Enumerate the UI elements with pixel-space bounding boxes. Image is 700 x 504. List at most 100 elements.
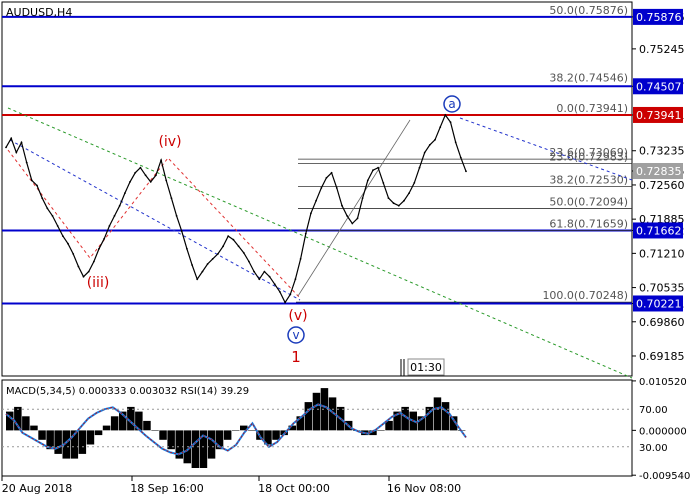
macd-tick-label: 0.010520 [639,377,687,388]
price-point [315,199,317,202]
chart-window: 50.0(0.75876) 38.2(0.74546) 0.0(0.73941) 23… [0,0,700,500]
price-point [320,187,323,189]
price-point [232,238,235,241]
price-point [449,121,452,123]
macd-bar [312,392,321,431]
price-point [118,204,121,207]
price-point [144,174,147,177]
chart-canvas: 50.0(0.75876) 38.2(0.74546) 0.0(0.73941) 23… [0,0,700,500]
wave-label-v: (v) [288,308,307,324]
level-badge-label: 0.71662 [636,224,682,237]
price-point [454,141,457,144]
price-point [180,230,183,233]
price-point [335,187,338,189]
price-point [191,264,194,266]
macd-bar [102,425,111,431]
price-point [330,171,333,174]
fib-level-label: 38.2(0.72530) [549,173,628,186]
price-point [444,114,447,116]
level-badge-label: 0.73941 [636,109,682,122]
price-point [10,137,13,140]
macd-bar [38,430,46,440]
price-point [387,197,390,200]
price-point [149,181,152,183]
price-point [139,166,142,169]
price-point [30,179,33,182]
price-point [263,270,266,273]
price-point [165,179,168,182]
price-point [196,278,199,281]
fib-level-label: 100.0(0.70248) [542,289,628,302]
price-point [206,263,209,265]
price-point [299,258,302,260]
price-point [289,293,292,296]
price-point [310,212,312,215]
chart-title: AUDUSD,H4 [6,6,72,19]
price-tick-label: 0.70535 [639,282,685,295]
price-point [62,235,64,238]
fib-upper-label: 0.0(0.73941) [556,102,628,115]
macd-bar [54,430,62,454]
price-point [93,260,95,263]
price-point [155,174,157,177]
macd-bar [272,430,280,440]
macd-bar [22,416,30,431]
price-point [36,184,38,187]
macd-bar [191,430,200,468]
price-point [41,197,44,200]
price-tick-label: 0.73235 [639,145,685,158]
price-point [237,245,240,248]
rsi-tick-label: 30.00 [639,443,668,454]
price-point [356,217,359,220]
fib-upper-label: 38.2(0.74546) [549,71,628,84]
price-point [258,278,261,281]
price-point [392,202,395,205]
fib-upper-label: 50.0(0.75876) [549,4,628,17]
price-point [366,179,369,182]
macd-bar [433,397,442,431]
price-tick-label: 0.75245 [639,43,685,56]
price-point [108,225,111,227]
price-point [279,291,281,293]
price-point [113,215,116,217]
price-point [253,270,256,273]
price-point [227,235,230,238]
price-point [46,207,49,210]
price-point [25,161,28,164]
fib-level-label: 61.8(0.71659) [549,218,628,231]
price-point [98,247,100,250]
price-point [103,237,106,240]
macd-bar [94,430,103,436]
price-tick-label: 0.71210 [639,247,685,260]
price-point [87,270,90,273]
fib-level-label: 50.0(0.72094) [549,196,628,209]
price-point [268,275,271,278]
price-point [346,215,348,217]
macd-bar [377,430,385,431]
price-point [284,301,286,304]
price-point [211,258,214,260]
macd-bar [159,430,167,440]
indicator-title: MACD(5,34,5) 0.000333 0.003032 RSI(14) 3… [6,386,249,397]
price-point [5,146,7,149]
price-point [72,253,75,255]
price-point [242,252,245,254]
macd-bar [151,430,159,431]
wave-label-1: 1 [291,348,301,366]
price-point [413,182,416,184]
time-label: 01:30 [410,361,442,374]
wave-label-a: a [448,97,455,111]
price-point [408,192,410,195]
macd-bar [441,402,450,431]
time-tick-label: 20 Aug 2018 [2,482,72,495]
price-point [403,199,405,202]
price-point [82,275,85,278]
price-point [423,151,426,154]
fib-level-label: 23.6(0.72983) [549,151,628,164]
price-tick-label: 0.72560 [639,179,685,192]
rsi-tick-label: 70.00 [639,405,668,416]
price-point [382,182,385,184]
macd-tick-label: -0.009540 [639,471,690,482]
macd-bar [110,416,119,431]
macd-bar [232,430,240,431]
